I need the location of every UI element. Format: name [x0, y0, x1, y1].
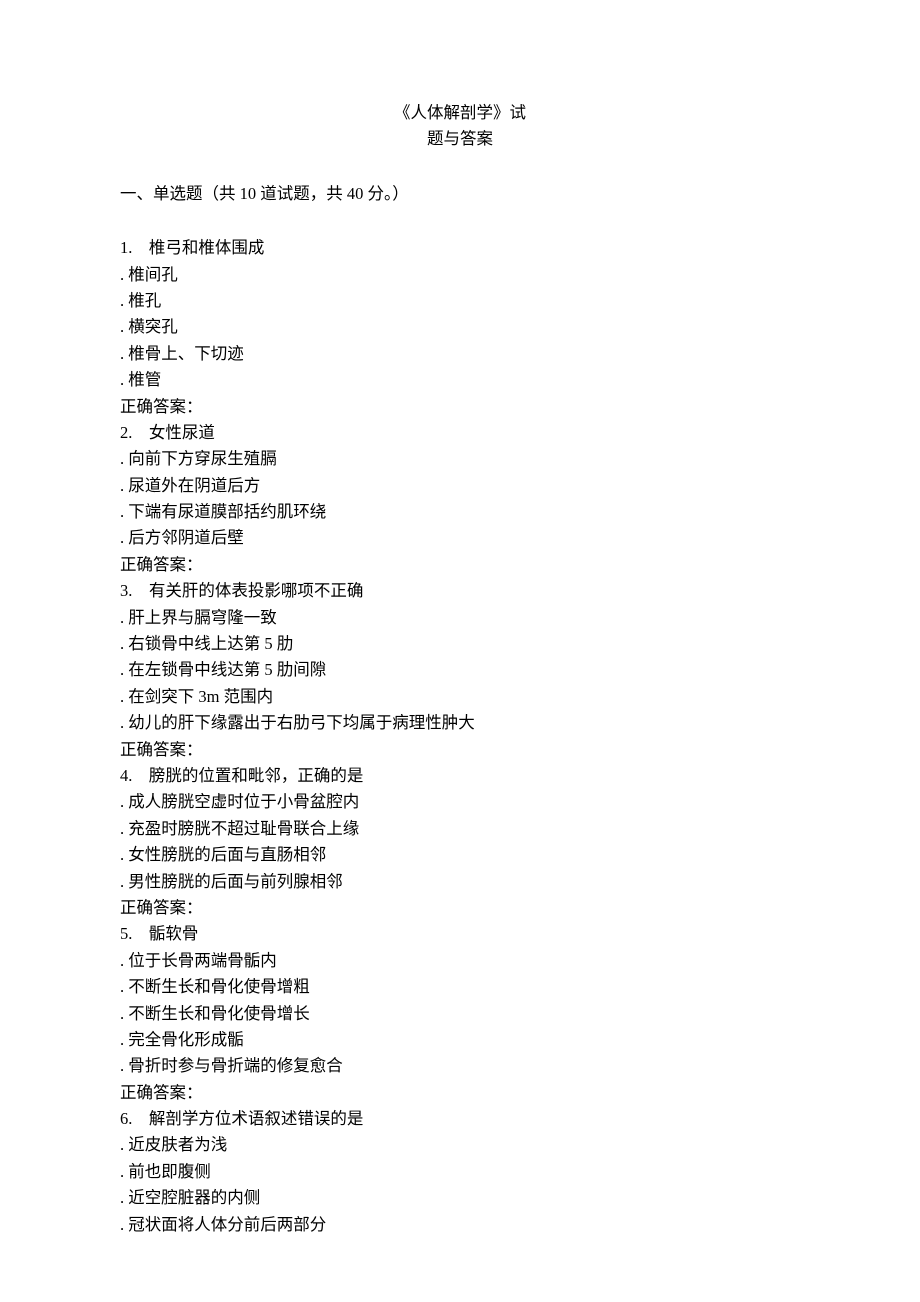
option-line: . 后方邻阴道后壁: [120, 525, 800, 551]
option-line: . 近空腔脏器的内侧: [120, 1185, 800, 1211]
question-stem: 5. 骺软骨: [120, 921, 800, 947]
question-stem: 4. 膀胱的位置和毗邻，正确的是: [120, 763, 800, 789]
title-line-2: 题与答案: [120, 126, 800, 152]
option-line: . 椎孔: [120, 288, 800, 314]
option-line: . 椎管: [120, 367, 800, 393]
title-line-1: 《人体解剖学》试: [120, 100, 800, 126]
option-line: . 骨折时参与骨折端的修复愈合: [120, 1053, 800, 1079]
question-stem: 3. 有关肝的体表投影哪项不正确: [120, 578, 800, 604]
option-line: . 尿道外在阴道后方: [120, 473, 800, 499]
option-line: . 女性膀胱的后面与直肠相邻: [120, 842, 800, 868]
answer-label: 正确答案：: [120, 895, 800, 921]
document-title: 《人体解剖学》试 题与答案: [120, 100, 800, 153]
option-line: . 成人膀胱空虚时位于小骨盆腔内: [120, 789, 800, 815]
answer-label: 正确答案：: [120, 737, 800, 763]
option-line: . 充盈时膀胱不超过耻骨联合上缘: [120, 816, 800, 842]
option-line: . 在剑突下 3m 范围内: [120, 684, 800, 710]
question-block: 5. 骺软骨. 位于长骨两端骨骺内. 不断生长和骨化使骨增粗. 不断生长和骨化使…: [120, 921, 800, 1106]
questions-container: 1. 椎弓和椎体围成. 椎间孔. 椎孔. 横突孔. 椎骨上、下切迹. 椎管正确答…: [120, 235, 800, 1238]
option-line: . 椎骨上、下切迹: [120, 341, 800, 367]
question-stem: 1. 椎弓和椎体围成: [120, 235, 800, 261]
option-line: . 横突孔: [120, 314, 800, 340]
answer-label: 正确答案：: [120, 552, 800, 578]
option-line: . 冠状面将人体分前后两部分: [120, 1212, 800, 1238]
option-line: . 在左锁骨中线达第 5 肋间隙: [120, 657, 800, 683]
option-line: . 向前下方穿尿生殖膈: [120, 446, 800, 472]
section-heading: 一、单选题（共 10 道试题，共 40 分。）: [120, 181, 800, 207]
answer-label: 正确答案：: [120, 1080, 800, 1106]
option-line: . 前也即腹侧: [120, 1159, 800, 1185]
option-line: . 不断生长和骨化使骨增长: [120, 1001, 800, 1027]
question-block: 3. 有关肝的体表投影哪项不正确. 肝上界与膈穹隆一致. 右锁骨中线上达第 5 …: [120, 578, 800, 763]
option-line: . 男性膀胱的后面与前列腺相邻: [120, 869, 800, 895]
question-stem: 2. 女性尿道: [120, 420, 800, 446]
question-block: 1. 椎弓和椎体围成. 椎间孔. 椎孔. 横突孔. 椎骨上、下切迹. 椎管正确答…: [120, 235, 800, 420]
option-line: . 不断生长和骨化使骨增粗: [120, 974, 800, 1000]
option-line: . 肝上界与膈穹隆一致: [120, 605, 800, 631]
option-line: . 幼儿的肝下缘露出于右肋弓下均属于病理性肿大: [120, 710, 800, 736]
question-block: 2. 女性尿道. 向前下方穿尿生殖膈. 尿道外在阴道后方. 下端有尿道膜部括约肌…: [120, 420, 800, 578]
answer-label: 正确答案：: [120, 394, 800, 420]
option-line: . 椎间孔: [120, 262, 800, 288]
question-block: 4. 膀胱的位置和毗邻，正确的是. 成人膀胱空虚时位于小骨盆腔内. 充盈时膀胱不…: [120, 763, 800, 921]
question-block: 6. 解剖学方位术语叙述错误的是. 近皮肤者为浅. 前也即腹侧. 近空腔脏器的内…: [120, 1106, 800, 1238]
option-line: . 下端有尿道膜部括约肌环绕: [120, 499, 800, 525]
option-line: . 右锁骨中线上达第 5 肋: [120, 631, 800, 657]
question-stem: 6. 解剖学方位术语叙述错误的是: [120, 1106, 800, 1132]
option-line: . 位于长骨两端骨骺内: [120, 948, 800, 974]
option-line: . 完全骨化形成骺: [120, 1027, 800, 1053]
option-line: . 近皮肤者为浅: [120, 1132, 800, 1158]
